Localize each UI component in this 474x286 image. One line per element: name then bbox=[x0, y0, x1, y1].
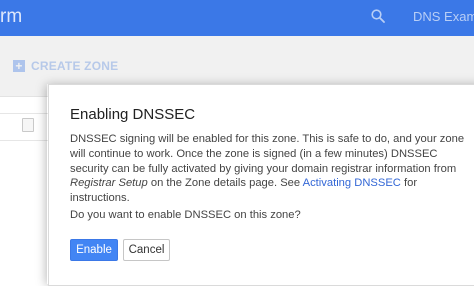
table-divider bbox=[0, 113, 50, 114]
dialog-title: Enabling DNSSEC bbox=[70, 106, 196, 123]
dialog-text: DNSSEC signing will be enabled for this … bbox=[70, 133, 465, 175]
search-input[interactable]: DNS Examp bbox=[413, 9, 474, 24]
table-divider bbox=[0, 140, 50, 141]
create-zone-label: CREATE ZONE bbox=[31, 59, 119, 73]
activating-dnssec-link[interactable]: Activating DNSSEC bbox=[303, 177, 401, 189]
registrar-setup-text: Registrar Setup bbox=[70, 177, 148, 190]
enable-button[interactable]: Enable bbox=[70, 239, 118, 261]
top-app-bar: rm DNS Examp bbox=[0, 0, 474, 36]
cancel-button[interactable]: Cancel bbox=[123, 239, 170, 261]
search-icon[interactable] bbox=[370, 8, 386, 24]
copy-icon[interactable] bbox=[22, 118, 34, 132]
dialog-text: on the Zone details page. See bbox=[147, 177, 303, 190]
plus-icon: + bbox=[13, 60, 25, 72]
create-zone-button[interactable]: + CREATE ZONE bbox=[13, 59, 118, 73]
brand-title: rm bbox=[0, 6, 23, 27]
confirm-question: Do you want to enable DNSSEC on this zon… bbox=[70, 209, 301, 221]
enable-dnssec-dialog: Enabling DNSSEC DNSSEC signing will be e… bbox=[48, 84, 474, 286]
dialog-body: DNSSEC signing will be enabled for this … bbox=[70, 132, 470, 206]
